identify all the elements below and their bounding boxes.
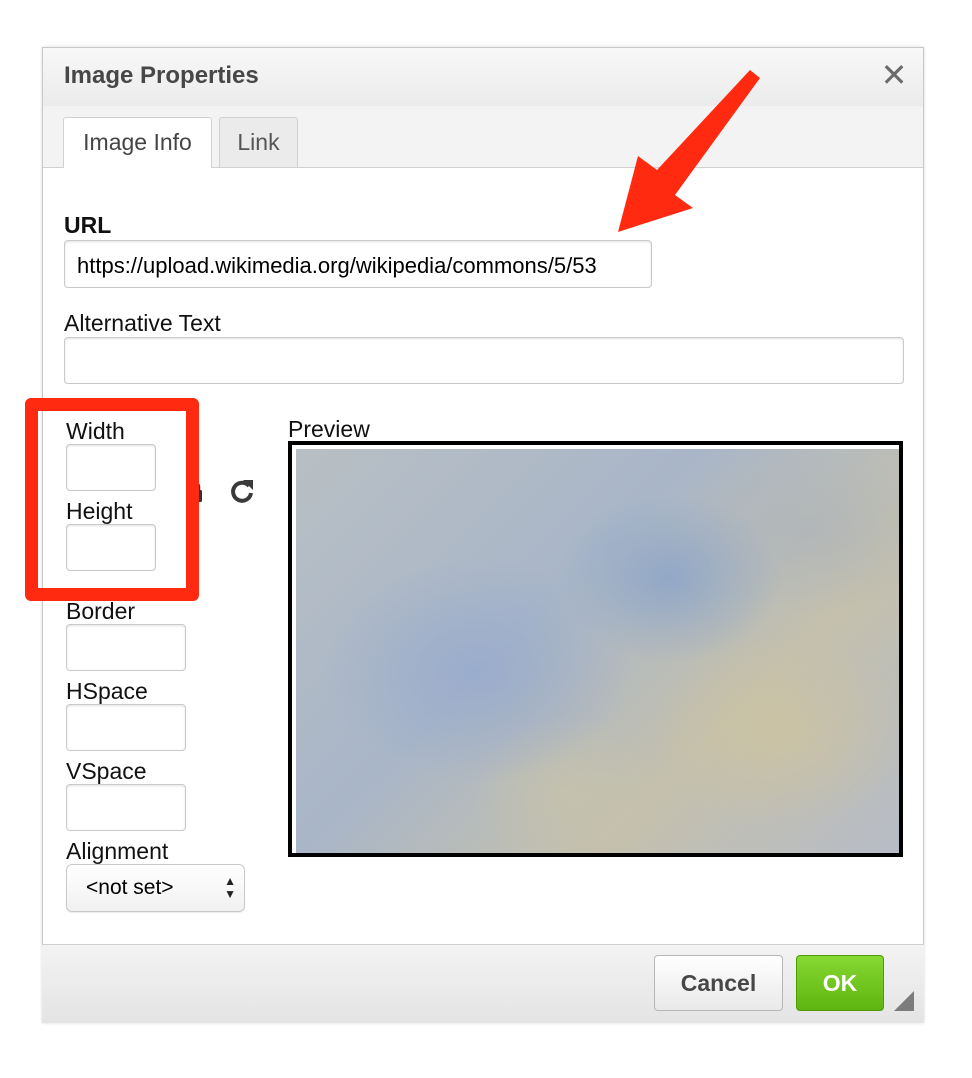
preview-image xyxy=(296,449,899,853)
reset-size-icon[interactable] xyxy=(229,477,255,505)
tab-image-info[interactable]: Image Info xyxy=(63,117,212,168)
width-label: Width xyxy=(66,418,125,444)
lock-icon[interactable] xyxy=(184,480,204,502)
hspace-input[interactable] xyxy=(66,704,186,751)
dialog-title: Image Properties xyxy=(64,62,259,89)
width-input[interactable] xyxy=(66,444,156,491)
vspace-input[interactable] xyxy=(66,784,186,831)
vspace-label: VSpace xyxy=(66,758,147,784)
tab-bar: Image Info Link xyxy=(43,106,923,168)
tab-link[interactable]: Link xyxy=(219,117,298,167)
alignment-select[interactable]: <not set> ▲ ▼ xyxy=(66,864,245,912)
alignment-label: Alignment xyxy=(66,838,169,864)
url-label: URL xyxy=(64,212,112,238)
hspace-label: HSpace xyxy=(66,678,148,704)
dialog-titlebar[interactable]: Image Properties ✕ xyxy=(43,48,923,107)
url-input[interactable]: https://upload.wikimedia.org/wikipedia/c… xyxy=(64,240,652,288)
resize-handle-icon[interactable] xyxy=(894,991,914,1011)
height-input[interactable] xyxy=(66,524,156,571)
select-updown-icon: ▲ ▼ xyxy=(224,874,236,901)
preview-label: Preview xyxy=(288,416,370,442)
ok-button[interactable]: OK xyxy=(796,955,884,1011)
alignment-select-value: <not set> xyxy=(86,876,174,899)
cancel-button[interactable]: Cancel xyxy=(654,955,783,1011)
border-input[interactable] xyxy=(66,624,186,671)
image-preview xyxy=(288,441,903,857)
height-label: Height xyxy=(66,498,133,524)
page: Image Properties ✕ Image Info Link URL h… xyxy=(0,0,972,1078)
dialog-footer: Cancel OK xyxy=(42,944,924,1023)
close-icon[interactable]: ✕ xyxy=(879,59,909,91)
alt-text-label: Alternative Text xyxy=(64,310,221,336)
border-label: Border xyxy=(66,598,136,624)
alt-text-input[interactable] xyxy=(64,337,904,384)
url-input-value: https://upload.wikimedia.org/wikipedia/c… xyxy=(77,253,597,278)
